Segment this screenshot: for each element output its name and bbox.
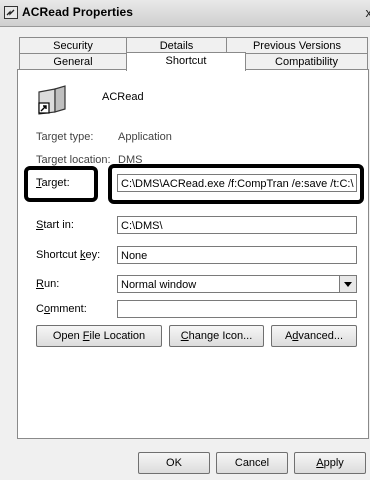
tab-shortcut[interactable]: Shortcut xyxy=(126,52,246,71)
window-title: ACRead Properties xyxy=(22,5,134,19)
run-select[interactable]: Normal window xyxy=(117,275,357,293)
run-dropdown-button[interactable] xyxy=(339,276,356,292)
close-icon[interactable]: x xyxy=(366,5,370,20)
cancel-button[interactable]: Cancel xyxy=(216,452,288,474)
advanced-button[interactable]: Advanced... xyxy=(271,325,357,347)
shortcut-app-icon xyxy=(4,6,18,19)
target-field-highlight xyxy=(108,164,364,204)
run-select-value: Normal window xyxy=(121,279,197,291)
tab-general[interactable]: General xyxy=(19,53,127,70)
ok-button[interactable]: OK xyxy=(138,452,210,474)
properties-dialog: ACRead Properties x Security Details Pre… xyxy=(0,0,370,480)
title-bar[interactable]: ACRead Properties x xyxy=(0,0,370,27)
app-icon xyxy=(38,85,66,115)
shortcut-key-label: Shortcut key: xyxy=(36,249,101,261)
target-type-label: Target type: xyxy=(36,131,94,143)
comment-label: Comment: xyxy=(36,303,87,315)
target-location-label: Target location: xyxy=(36,154,111,166)
shortcut-key-field[interactable]: None xyxy=(117,246,357,264)
target-label-highlight xyxy=(24,166,98,202)
start-in-label: Start in: xyxy=(36,219,74,231)
run-label: Run: xyxy=(36,278,60,290)
start-in-field[interactable]: C:\DMS\ xyxy=(117,216,357,234)
apply-button[interactable]: Apply xyxy=(294,452,366,474)
open-file-location-button[interactable]: Open File Location xyxy=(36,325,162,347)
app-name: ACRead xyxy=(102,91,144,103)
chevron-down-icon xyxy=(344,282,352,287)
comment-field[interactable] xyxy=(117,300,357,318)
change-icon-button[interactable]: Change Icon... xyxy=(169,325,264,347)
target-type-value: Application xyxy=(118,131,172,143)
tab-compatibility[interactable]: Compatibility xyxy=(245,53,368,70)
tab-security[interactable]: Security xyxy=(19,37,127,54)
tab-previous-versions[interactable]: Previous Versions xyxy=(226,37,368,54)
